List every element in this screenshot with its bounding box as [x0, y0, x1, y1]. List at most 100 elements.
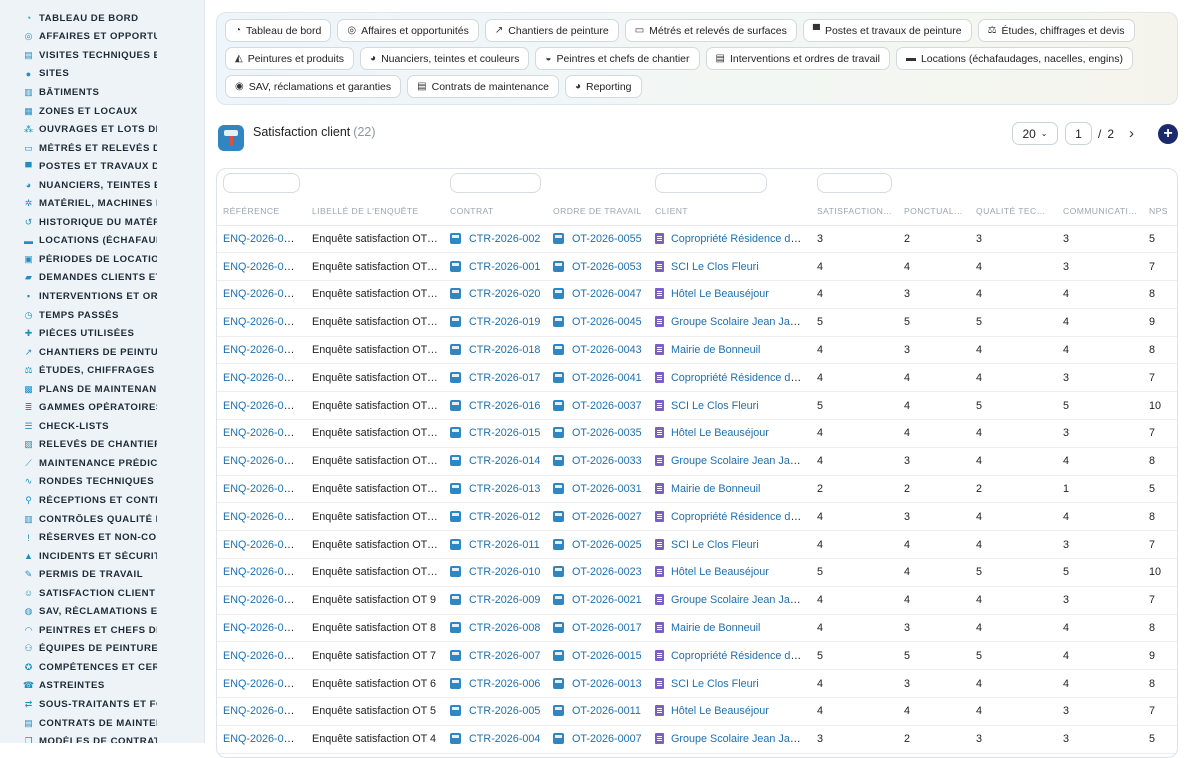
nav-button[interactable]: ⚖ Études, chiffrages et devis [977, 19, 1135, 42]
sidebar-item[interactable]: ◕ NUANCIERS, TEINTES ET [0, 176, 157, 195]
table-row[interactable]: ENQ-2026-0021 Enquête satisfaction OT 22 C… [217, 252, 1177, 282]
contract-link[interactable]: CTR-2026-015 [469, 427, 540, 439]
contract-link[interactable]: CTR-2026-017 [469, 372, 540, 384]
contract-link[interactable]: CTR-2026-002 [469, 233, 540, 245]
sidebar-item[interactable]: ∿ RONDES TECHNIQUES [0, 473, 157, 492]
table-row[interactable]: ENQ-2026-0016 Enquête satisfaction OT 16 C… [217, 391, 1177, 421]
client-link[interactable]: Copropriété Résidence du Parc [671, 233, 811, 245]
table-row[interactable]: ENQ-2026-0006 Enquête satisfaction OT 6 CT… [217, 669, 1177, 699]
sidebar-item[interactable]: ▣ PÉRIODES DE LOCATION [0, 250, 157, 269]
sidebar-item[interactable]: ⁂ OUVRAGES ET LOTS DE T [0, 120, 157, 139]
sidebar-item[interactable]: ▤ VISITES TECHNIQUES ET [0, 46, 157, 65]
sidebar-item[interactable]: ▬ LOCATIONS (ÉCHAFAUDA [0, 232, 157, 251]
contract-link[interactable]: CTR-2026-005 [469, 705, 540, 717]
work-order-link[interactable]: OT-2026-0035 [572, 427, 642, 439]
client-link[interactable]: Groupe Scolaire Jean Jaurès [671, 733, 811, 745]
sidebar-item[interactable]: ↺ HISTORIQUE DU MATÉRIE [0, 213, 157, 232]
contract-link[interactable]: CTR-2026-006 [469, 678, 540, 690]
table-row[interactable]: ENQ-2026-0005 Enquête satisfaction OT 5 CT… [217, 697, 1177, 726]
reference-link[interactable]: ENQ-2026-0007 [223, 650, 302, 662]
client-filter-input[interactable] [655, 173, 767, 193]
column-header[interactable]: COMMUNICATION [1057, 197, 1143, 226]
client-link[interactable]: Mairie de Bonneuil [671, 622, 760, 634]
sidebar-item[interactable]: ⇄ SOUS-TRAITANTS ET FOU [0, 695, 157, 714]
contract-link[interactable]: CTR-2026-013 [469, 483, 540, 495]
sidebar-item[interactable]: ⚇ ÉQUIPES DE PEINTURE [0, 640, 157, 659]
table-row[interactable]: ENQ-2026-0015 Enquête satisfaction OT 15 C… [217, 419, 1177, 448]
reference-link[interactable]: ENQ-2026-0012 [223, 511, 302, 523]
reference-link[interactable]: ENQ-2026-0019 [223, 316, 302, 328]
sidebar-item[interactable]: ● SITES [0, 65, 157, 84]
client-link[interactable]: Groupe Scolaire Jean Jaurès [671, 594, 811, 606]
work-order-link[interactable]: OT-2026-0031 [572, 483, 642, 495]
work-order-link[interactable]: OT-2026-0033 [572, 455, 642, 467]
table-row[interactable]: ENQ-2026-0004 Enquête satisfaction OT 4 CT… [217, 725, 1177, 754]
sidebar-item[interactable]: ▥ CONTRÔLES QUALITÉ ET [0, 510, 157, 529]
work-order-link[interactable]: OT-2026-0037 [572, 400, 642, 412]
work-order-link[interactable]: OT-2026-0021 [572, 594, 642, 606]
nav-button[interactable]: ▬ Locations (échafaudages, nacelles, engi… [895, 47, 1133, 70]
table-row[interactable]: ENQ-2026-0010 Enquête satisfaction OT 10 C… [217, 558, 1177, 587]
sidebar-item[interactable]: ⟋ MAINTENANCE PRÉDICTI [0, 454, 157, 473]
sidebar-item[interactable]: ▩ PLANS DE MAINTENANCE [0, 380, 157, 399]
client-link[interactable]: SCI Le Clos Fleuri [671, 261, 759, 273]
contract-link[interactable]: CTR-2026-008 [469, 622, 540, 634]
per-page-select[interactable]: 20 ⌄ [1011, 122, 1058, 145]
client-link[interactable]: Hôtel Le Beauséjour [671, 705, 769, 717]
table-row[interactable]: ENQ-2026-0022 Enquête satisfaction OT 23 C… [217, 225, 1177, 254]
nav-button[interactable]: ◒ Peintres et chefs de chantier [535, 47, 700, 70]
nav-button[interactable]: ▀ Postes et travaux de peinture [802, 19, 972, 42]
next-page-icon[interactable]: › [1129, 125, 1134, 142]
work-order-link[interactable]: OT-2026-0025 [572, 539, 642, 551]
sidebar-item[interactable]: ! RÉSERVES ET NON-CONF [0, 528, 157, 547]
nav-button[interactable]: ◕ Nuanciers, teintes et couleurs [360, 47, 530, 70]
table-row[interactable]: ENQ-2026-0018 Enquête satisfaction OT 18 C… [217, 336, 1177, 365]
reference-link[interactable]: ENQ-2026-0015 [223, 427, 302, 439]
client-link[interactable]: Groupe Scolaire Jean Jaurès [671, 455, 811, 467]
work-order-link[interactable]: OT-2026-0053 [572, 261, 642, 273]
column-header[interactable]: ORDRE DE TRAVAIL [547, 197, 649, 226]
sidebar-item[interactable]: ✲ MATÉRIEL, MACHINES ET [0, 194, 157, 213]
reference-link[interactable]: ENQ-2026-0017 [223, 372, 302, 384]
sidebar-item[interactable]: ☎ ASTREINTES [0, 677, 157, 696]
nav-button[interactable]: ◭ Peintures et produits [225, 47, 355, 70]
sidebar-item[interactable]: ⚲ RÉCEPTIONS ET CONTRC [0, 491, 157, 510]
nav-button[interactable]: ◔ Tableau de bord [225, 19, 332, 42]
client-link[interactable]: SCI Le Clos Fleuri [671, 678, 759, 690]
contract-link[interactable]: CTR-2026-016 [469, 400, 540, 412]
work-order-link[interactable]: OT-2026-0055 [572, 233, 642, 245]
client-link[interactable]: SCI Le Clos Fleuri [671, 539, 759, 551]
client-link[interactable]: Mairie de Bonneuil [671, 344, 760, 356]
reference-link[interactable]: ENQ-2026-0011 [223, 539, 301, 551]
contract-link[interactable]: CTR-2026-014 [469, 455, 540, 467]
work-order-link[interactable]: OT-2026-0007 [572, 733, 642, 745]
sidebar-item[interactable]: ↗ CHANTIERS DE PEINTURI [0, 343, 157, 362]
column-header[interactable]: RÉFÉRENCE [217, 197, 306, 226]
sidebar-item[interactable]: ❐ MODÈLES DE CONTRATS [0, 732, 157, 743]
contract-link[interactable]: CTR-2026-009 [469, 594, 540, 606]
client-link[interactable]: SCI Le Clos Fleuri [671, 400, 759, 412]
sidebar-item[interactable]: ☺ SATISFACTION CLIENT [0, 584, 157, 603]
reference-link[interactable]: ENQ-2026-0004 [223, 733, 302, 745]
table-row[interactable]: ENQ-2026-0012 Enquête satisfaction OT 12 C… [217, 502, 1177, 532]
reference-link[interactable]: ENQ-2026-0021 [223, 261, 302, 273]
reference-link[interactable]: ENQ-2026-0009 [223, 594, 302, 606]
sidebar-item[interactable]: ▭ MÉTRÉS ET RELEVÉS DE [0, 139, 157, 158]
sidebar-item[interactable]: ▀ POSTES ET TRAVAUX DE [0, 157, 157, 176]
column-header[interactable]: SATISFACTION GLOBALE [811, 197, 898, 226]
column-header[interactable]: PONCTUALITÉ [898, 197, 970, 226]
table-row[interactable]: ENQ-2026-0009 Enquête satisfaction OT 9 CT… [217, 586, 1177, 615]
table-row[interactable]: ENQ-2026-0020 Enquête satisfaction OT 20 C… [217, 280, 1177, 309]
sidebar-item[interactable]: ✪ COMPÉTENCES ET CERTI [0, 658, 157, 677]
table-row[interactable]: ENQ-2026-0008 Enquête satisfaction OT 8 CT… [217, 614, 1177, 643]
work-order-link[interactable]: OT-2026-0045 [572, 316, 642, 328]
work-order-link[interactable]: OT-2026-0017 [572, 622, 642, 634]
client-link[interactable]: Mairie de Bonneuil [671, 483, 760, 495]
sidebar-item[interactable]: ☰ CHECK-LISTS [0, 417, 157, 436]
contract-link[interactable]: CTR-2026-010 [469, 566, 540, 578]
column-header[interactable]: LIBELLÉ DE L'ENQUÊTE [306, 197, 444, 226]
nav-button[interactable]: ▭ Métrés et relevés de surfaces [624, 19, 797, 42]
sidebar-item[interactable]: ◷ TEMPS PASSÉS [0, 306, 157, 325]
table-row[interactable]: ENQ-2026-0019 Enquête satisfaction OT 19 C… [217, 308, 1177, 337]
column-header[interactable]: NPS [1143, 197, 1177, 226]
